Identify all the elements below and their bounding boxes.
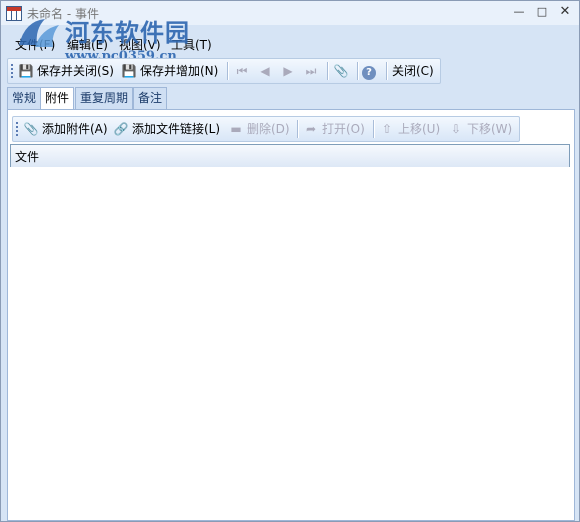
save-add-label: 保存并增加(N) bbox=[140, 64, 219, 78]
close-window-button[interactable]: ✕ bbox=[554, 3, 576, 21]
delete-button[interactable]: ▬ 删除(D) bbox=[228, 119, 290, 139]
arrow-down-icon: ⇩ bbox=[450, 122, 462, 136]
help-icon: ? bbox=[362, 66, 376, 80]
move-up-button[interactable]: ⇧ 上移(U) bbox=[379, 119, 440, 139]
watermark-text: 河东软件园 bbox=[65, 18, 190, 47]
attachment-button[interactable]: 📎 bbox=[333, 61, 352, 81]
toolbar-grip[interactable] bbox=[11, 64, 15, 78]
separator bbox=[373, 120, 375, 138]
paperclip-icon: 📎 bbox=[23, 122, 39, 136]
add-file-link-button[interactable]: 🔗 添加文件链接(L) bbox=[113, 119, 221, 139]
last-record-button[interactable]: ⏭ bbox=[303, 61, 322, 81]
save-add-icon: 💾 bbox=[121, 64, 137, 78]
delete-icon: ▬ bbox=[230, 122, 242, 136]
open-arrow-icon: ➦ bbox=[305, 122, 317, 136]
main-toolbar: 💾 保存并关闭(S) 💾 保存并增加(N) ⏮ ◀ ▶ ⏭ 📎 ? 关闭(C) bbox=[7, 58, 441, 84]
add-attachment-button[interactable]: 📎 添加附件(A) bbox=[23, 119, 108, 139]
paperclip-icon: 📎 bbox=[333, 64, 349, 78]
next-icon: ▶ bbox=[283, 64, 293, 78]
close-button[interactable]: 关闭(C) bbox=[392, 61, 434, 81]
prev-icon: ◀ bbox=[260, 64, 270, 78]
save-close-label: 保存并关闭(S) bbox=[37, 64, 114, 78]
delete-label: 删除(D) bbox=[247, 122, 290, 136]
attachments-toolbar: 📎 添加附件(A) 🔗 添加文件链接(L) ▬ 删除(D) ➦ 打开(O) ⇧ 上移(U)… bbox=[12, 116, 520, 142]
tab-strip: 常规 附件 重复周期 备注 bbox=[7, 87, 573, 111]
file-link-icon: 🔗 bbox=[113, 122, 129, 136]
open-button[interactable]: ➦ 打开(O) bbox=[303, 119, 365, 139]
save-icon: 💾 bbox=[18, 64, 34, 78]
arrow-up-icon: ⇧ bbox=[381, 122, 393, 136]
add-file-link-label: 添加文件链接(L) bbox=[132, 122, 221, 136]
separator bbox=[357, 62, 359, 80]
separator bbox=[297, 120, 299, 138]
open-label: 打开(O) bbox=[322, 122, 365, 136]
file-column-header[interactable]: 文件 bbox=[10, 144, 570, 168]
separator bbox=[386, 62, 388, 80]
maximize-button[interactable]: □ bbox=[531, 3, 553, 21]
file-column-label: 文件 bbox=[15, 150, 40, 164]
move-up-label: 上移(U) bbox=[398, 122, 441, 136]
attachments-panel: 📎 添加附件(A) 🔗 添加文件链接(L) ▬ 删除(D) ➦ 打开(O) ⇧ 上移(U)… bbox=[7, 109, 575, 521]
prev-record-button[interactable]: ◀ bbox=[257, 61, 276, 81]
minimize-button[interactable]: — bbox=[508, 3, 530, 21]
save-add-button[interactable]: 💾 保存并增加(N) bbox=[121, 61, 219, 81]
separator bbox=[227, 62, 229, 80]
watermark-logo bbox=[19, 19, 59, 47]
tab-recurrence[interactable]: 重复周期 bbox=[75, 87, 134, 109]
move-down-button[interactable]: ⇩ 下移(W) bbox=[448, 119, 512, 139]
help-button[interactable]: ? bbox=[362, 61, 379, 81]
attachments-list[interactable] bbox=[10, 167, 570, 515]
first-record-button[interactable]: ⏮ bbox=[234, 61, 253, 81]
move-down-label: 下移(W) bbox=[467, 122, 513, 136]
toolbar-grip[interactable] bbox=[16, 122, 20, 136]
tab-general[interactable]: 常规 bbox=[7, 87, 42, 109]
separator bbox=[327, 62, 329, 80]
tab-notes[interactable]: 备注 bbox=[133, 87, 168, 109]
event-window: 未命名 - 事件 — □ ✕ 文件(F) 编辑(E) 视图(V) 工具(T) 河… bbox=[0, 0, 580, 522]
tab-attachments[interactable]: 附件 bbox=[40, 87, 75, 111]
add-attachment-label: 添加附件(A) bbox=[42, 122, 108, 136]
first-icon: ⏮ bbox=[236, 64, 248, 78]
save-close-button[interactable]: 💾 保存并关闭(S) bbox=[18, 61, 114, 81]
next-record-button[interactable]: ▶ bbox=[280, 61, 299, 81]
last-icon: ⏭ bbox=[305, 64, 317, 78]
